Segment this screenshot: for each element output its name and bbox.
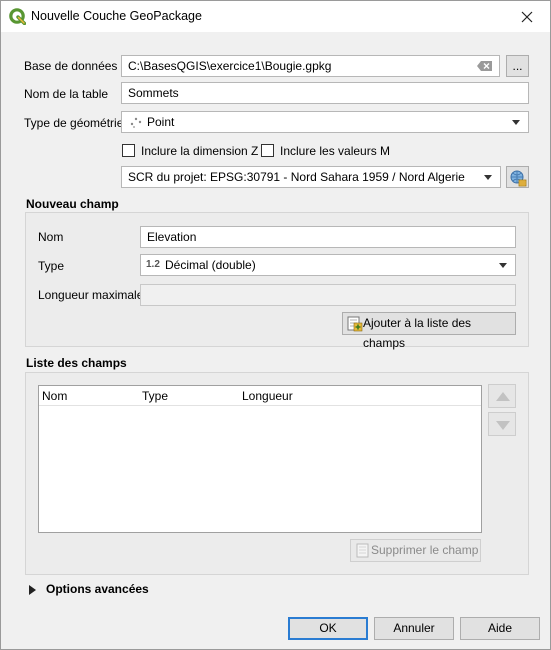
delete-field-label: Supprimer le champ <box>371 543 479 557</box>
chevron-down-icon <box>484 175 492 180</box>
max-length-label: Longueur maximale <box>38 288 144 302</box>
point-geometry-icon <box>130 117 142 128</box>
database-path-value: C:\BasesQGIS\exercice1\Bougie.gpkg <box>128 59 332 73</box>
close-icon <box>521 11 533 22</box>
column-header-name[interactable]: Nom <box>42 389 67 403</box>
chevron-down-icon <box>512 120 520 125</box>
title-bar[interactable]: Nouvelle Couche GeoPackage <box>1 1 550 32</box>
qgis-logo-icon <box>9 8 26 25</box>
field-list-group: Nom Type Longueur Supprimer le champ <box>25 372 529 575</box>
column-header-length[interactable]: Longueur <box>242 389 293 403</box>
clear-icon[interactable] <box>477 60 493 72</box>
new-field-group: Nom Elevation Type 1.2 Décimal (double) … <box>25 212 529 350</box>
include-m-checkbox[interactable] <box>261 144 274 157</box>
table-name-label: Nom de la table <box>24 87 109 101</box>
table-name-input[interactable]: Sommets <box>121 82 529 104</box>
crs-select[interactable]: SCR du projet: EPSG:30791 - Nord Sahara … <box>121 166 501 188</box>
geometry-type-value: Point <box>147 115 175 129</box>
dialog-window: Nouvelle Couche GeoPackage Base de donné… <box>0 0 551 650</box>
include-z-checkbox[interactable] <box>122 144 135 157</box>
delete-field-button: Supprimer le champ <box>350 539 481 562</box>
help-button[interactable]: Aide <box>460 617 540 640</box>
add-field-label: Ajouter à la liste des champs <box>363 316 472 350</box>
delete-field-icon <box>356 543 369 558</box>
cancel-button[interactable]: Annuler <box>374 617 454 640</box>
database-path-field[interactable]: C:\BasesQGIS\exercice1\Bougie.gpkg <box>121 55 500 77</box>
window-title: Nouvelle Couche GeoPackage <box>31 9 202 23</box>
add-field-button[interactable]: Ajouter à la liste des champs <box>342 312 516 350</box>
globe-projection-icon <box>510 170 527 187</box>
geometry-type-label: Type de géométrie <box>24 116 124 130</box>
field-name-input[interactable]: Elevation <box>140 226 516 248</box>
table-header: Nom Type Longueur <box>39 386 481 406</box>
max-length-input <box>140 284 516 306</box>
fields-table[interactable]: Nom Type Longueur <box>38 385 482 533</box>
new-field-title: Nouveau champ <box>26 197 119 211</box>
add-field-icon <box>347 316 363 332</box>
geometry-type-select[interactable]: Point <box>121 111 529 133</box>
browse-button[interactable]: ... <box>506 55 529 77</box>
field-type-label: Type <box>38 259 65 273</box>
crs-value: SCR du projet: EPSG:30791 - Nord Sahara … <box>128 170 465 184</box>
include-z-label: Inclure la dimension Z <box>141 144 259 158</box>
field-type-value: Décimal (double) <box>165 258 256 272</box>
move-up-button <box>488 384 516 408</box>
field-name-label: Nom <box>38 230 64 244</box>
field-list-title: Liste des champs <box>26 356 127 370</box>
move-down-button <box>488 412 516 436</box>
ok-button[interactable]: OK <box>288 617 368 640</box>
expand-arrow-icon <box>29 585 36 595</box>
include-m-label: Inclure les valeurs M <box>280 144 391 158</box>
advanced-options-toggle[interactable]: Options avancées <box>26 582 176 598</box>
database-label: Base de données <box>24 59 118 73</box>
close-button[interactable] <box>504 1 550 32</box>
arrow-down-icon <box>496 421 510 430</box>
field-type-select[interactable]: 1.2 Décimal (double) <box>140 254 516 276</box>
chevron-down-icon <box>499 263 507 268</box>
arrow-up-icon <box>496 392 510 401</box>
column-header-type[interactable]: Type <box>142 389 168 403</box>
crs-selector-button[interactable] <box>506 166 529 188</box>
advanced-options-label: Options avancées <box>46 582 149 596</box>
decimal-type-icon: 1.2 <box>146 259 160 270</box>
